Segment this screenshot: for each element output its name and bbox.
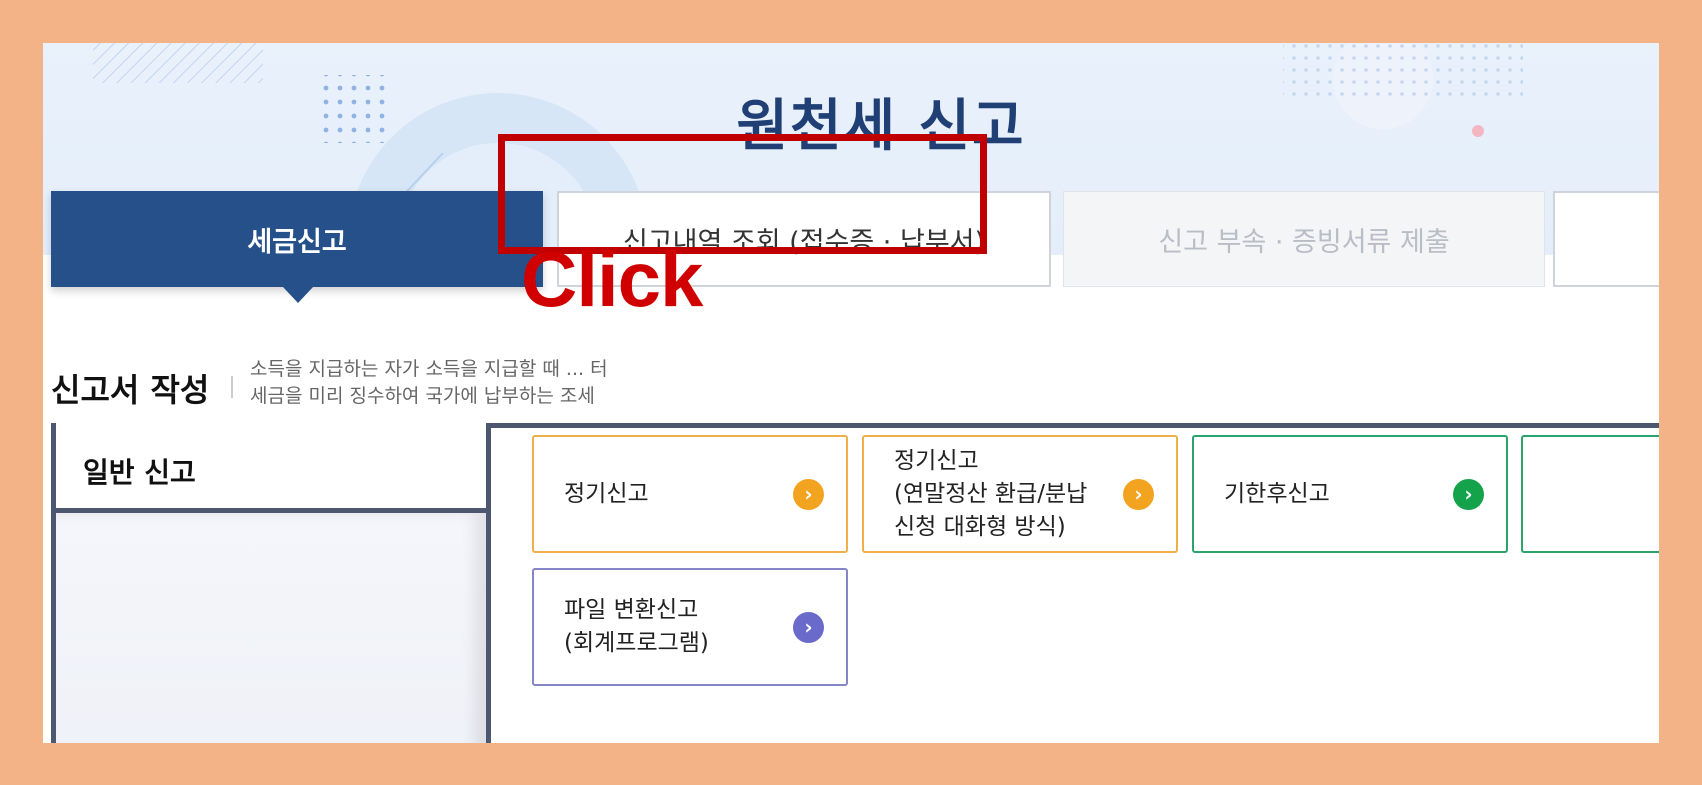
description-line-2: 세금을 미리 징수하여 국가에 납부하는 조세: [250, 385, 595, 407]
card-label: 정기신고 (연말정산 환급/분납 신청 대화형 방식): [894, 447, 1088, 540]
tab-more[interactable]: [1553, 191, 1659, 287]
card-file-conversion-filing[interactable]: 파일 변환신고 (회계프로그램) ›: [532, 568, 848, 686]
section-description: 소득을 지급하는 자가 소득을 지급할 때 ... 터 세금을 미리 징수하여 …: [250, 356, 608, 410]
chevron-right-icon: ›: [1123, 478, 1154, 510]
tab-tax-filing[interactable]: 세금신고: [51, 191, 543, 303]
card-partial[interactable]: [1521, 435, 1659, 553]
left-panel-body: [56, 513, 486, 743]
section-title: 신고서 작성: [51, 371, 210, 409]
click-annotation: Click: [521, 235, 703, 323]
card-label: 기한후신고: [1224, 480, 1330, 507]
tab-attach-documents[interactable]: 신고 부속 · 증빙서류 제출: [1063, 191, 1545, 287]
card-regular-filing[interactable]: 정기신고 ›: [532, 435, 848, 553]
card-late-filing[interactable]: 기한후신고 ›: [1192, 435, 1508, 553]
left-panel-header[interactable]: 일반 신고: [56, 423, 486, 513]
card-regular-filing-interactive[interactable]: 정기신고 (연말정산 환급/분납 신청 대화형 방식) ›: [862, 435, 1178, 553]
card-label: 정기신고: [564, 480, 649, 507]
description-line-1: 소득을 지급하는 자가 소득을 지급할 때 ... 터: [250, 358, 608, 380]
chevron-right-icon: ›: [793, 611, 824, 643]
left-panel-title: 일반 신고: [83, 456, 196, 489]
left-panel: 일반 신고: [51, 423, 491, 743]
chevron-right-icon: ›: [793, 478, 824, 510]
chevron-right-icon: ›: [1453, 478, 1484, 510]
divider: [231, 376, 233, 398]
card-label: 파일 변환신고 (회계프로그램): [564, 597, 709, 656]
